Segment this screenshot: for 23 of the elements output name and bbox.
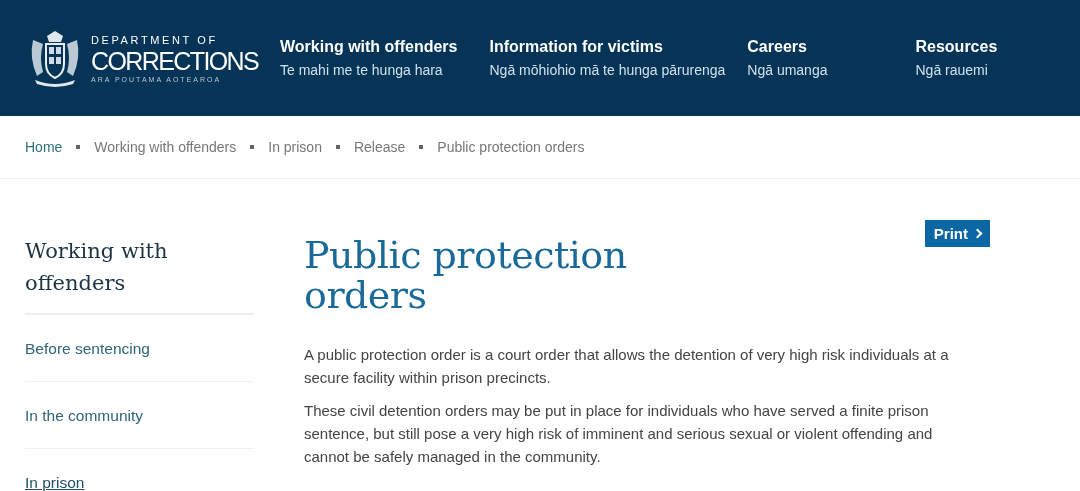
- breadcrumb-separator: [335, 145, 340, 149]
- logo-text: DEPARTMENT OF: [91, 33, 219, 46]
- paragraph: These civil detention orders may be put in place for individuals who have served a finite prison sentence, but still pose a very high risk of imminent and serious sexual or violent offending and cannot be safely managed in the community.: [304, 401, 934, 467]
- breadcrumb-link[interactable]: Public protection orders: [437, 139, 585, 155]
- paragraph: A public protection order is a court order that allows the detention of very high risk individuals at a secure facility within prison precincts.: [304, 345, 950, 388]
- nav-link[interactable]: Careers Ngā umanga: [747, 38, 828, 78]
- breadcrumb-separator: [76, 145, 81, 149]
- page-title: Public protection orders: [304, 235, 628, 315]
- sidebar-heading: Working with offenders: [25, 235, 254, 315]
- nav-link[interactable]: Working with offenders Te mahi me te hunga hara: [280, 38, 458, 78]
- nav-link[interactable]: Information for victims Ngā mōhiohio mā te hunga pārurenga: [489, 38, 726, 78]
- breadcrumb-link[interactable]: Home: [25, 139, 63, 155]
- sidebar-item[interactable]: In the community: [25, 382, 254, 449]
- breadcrumb-link[interactable]: Release: [353, 139, 406, 155]
- breadcrumb-separator: [419, 145, 424, 149]
- sidebar-item[interactable]: In prison: [25, 449, 254, 491]
- breadcrumb-link[interactable]: Working with offenders: [94, 139, 237, 155]
- logo-text: CORRECTIONS: [91, 45, 259, 76]
- breadcrumb-link[interactable]: In prison: [268, 139, 322, 155]
- sidebar-item[interactable]: Before sentencing: [25, 315, 254, 382]
- print-button[interactable]: Print: [924, 220, 990, 247]
- nav-link[interactable]: Resources Ngā rauemi: [915, 38, 998, 78]
- breadcrumb-separator: [250, 145, 255, 149]
